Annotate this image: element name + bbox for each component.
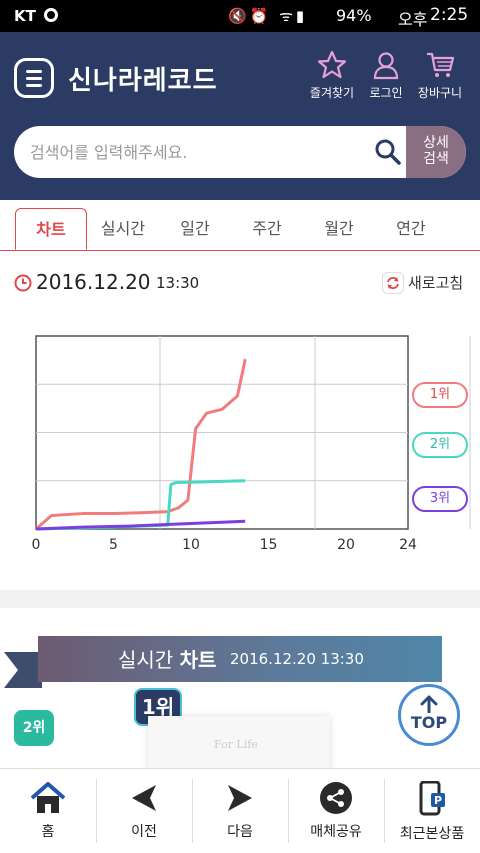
nav-recent-items[interactable]: P 최근본상품 <box>384 769 480 853</box>
carrier-name: KT <box>14 7 36 25</box>
realtime-chart-banner: 실시간 차트 2016.12.20 13:30 1위 2위 For Life <box>0 608 480 768</box>
tab-weekly[interactable]: 주간 <box>231 208 303 250</box>
rank2-badge[interactable]: 2위 <box>14 710 54 746</box>
app-header: 신나라레코드 즐겨찾기 로그인 장바구니 상세 검색 <box>0 32 480 200</box>
nav-share[interactable]: 매체공유 <box>288 769 384 853</box>
x-tick-label: 24 <box>399 537 417 553</box>
refresh-button[interactable]: 새로고침 <box>408 272 463 293</box>
tab-realtime[interactable]: 실시간 <box>87 208 159 250</box>
menu-icon <box>26 70 42 73</box>
favorites-label: 즐겨찾기 <box>309 86 355 100</box>
svg-text:P: P <box>434 794 442 807</box>
bottom-navigation: 홈 이전 다음 매체공유 P 최근본상품 <box>0 768 480 853</box>
x-tick-label: 20 <box>337 537 355 553</box>
home-icon <box>30 782 66 813</box>
site-logo[interactable]: 신나라레코드 <box>68 60 218 97</box>
menu-button[interactable] <box>14 58 54 98</box>
favorites-button[interactable]: 즐겨찾기 <box>302 50 362 101</box>
tab-monthly[interactable]: 월간 <box>303 208 375 250</box>
scroll-top-button[interactable]: TOP <box>398 684 460 746</box>
chart-panel: 2016.12.20 13:30 새로고침 0 5 10 15 20 24 1위 2위 3… <box>0 260 480 590</box>
tab-chart[interactable]: 차트 <box>15 208 87 250</box>
cart-button[interactable]: 장바구니 <box>410 50 470 101</box>
search-icon[interactable] <box>374 138 402 166</box>
notification-icon <box>44 8 58 22</box>
legend-rank1[interactable]: 1위 <box>412 382 468 408</box>
rank-line-chart: 0 5 10 15 20 24 <box>32 335 471 553</box>
legend-rank2[interactable]: 2위 <box>412 432 468 458</box>
nav-forward[interactable]: 다음 <box>192 769 288 853</box>
chart-date: 2016.12.20 <box>36 270 151 294</box>
cart-label: 장바구니 <box>417 86 463 100</box>
status-bar: KT 🔇⏰ ᯤ▮ 94% 오후 2:25 <box>0 0 480 32</box>
share-icon <box>320 782 352 814</box>
refresh-icon[interactable] <box>382 272 404 294</box>
tab-yearly[interactable]: 연간 <box>375 208 447 250</box>
banner-title: 실시간 차트 <box>118 648 217 672</box>
clock-ampm: 오후 <box>398 10 428 29</box>
back-arrow-icon <box>132 785 156 811</box>
star-icon <box>317 50 347 79</box>
forward-arrow-icon <box>228 785 252 811</box>
x-tick-label: 15 <box>260 537 278 553</box>
banner-ribbon: 실시간 차트 2016.12.20 13:30 <box>38 636 442 682</box>
banner-date: 2016.12.20 13:30 <box>230 650 364 668</box>
tab-daily[interactable]: 일간 <box>159 208 231 250</box>
clock-time: 2:25 <box>430 5 469 25</box>
album-card[interactable]: For Life <box>148 716 330 768</box>
chart-period-tabs: 차트 실시간 일간 주간 월간 연간 <box>0 200 480 260</box>
legend-rank3[interactable]: 3위 <box>412 486 468 512</box>
x-tick-label: 5 <box>109 537 118 553</box>
x-tick-label: 10 <box>182 537 200 553</box>
search-bar: 상세 검색 <box>14 126 466 178</box>
album-card-text: For Life <box>214 738 258 751</box>
cart-icon <box>427 52 455 77</box>
battery-level: 94% <box>336 6 372 25</box>
login-label: 로그인 <box>369 86 403 100</box>
search-input[interactable] <box>30 138 370 166</box>
advanced-search-button[interactable]: 상세 검색 <box>406 126 466 178</box>
recent-items-icon: P <box>419 781 445 816</box>
clock-icon <box>14 274 32 292</box>
nav-back[interactable]: 이전 <box>96 769 192 853</box>
x-tick-label: 0 <box>32 537 41 553</box>
chart-time: 13:30 <box>156 274 200 292</box>
login-button[interactable]: 로그인 <box>356 50 416 101</box>
up-arrow-icon <box>420 695 438 713</box>
user-icon <box>373 52 399 80</box>
status-icons: 🔇⏰ ᯤ▮ <box>228 7 308 25</box>
top-label: TOP <box>410 713 448 732</box>
ribbon-tail <box>4 652 18 688</box>
nav-home[interactable]: 홈 <box>0 769 96 853</box>
